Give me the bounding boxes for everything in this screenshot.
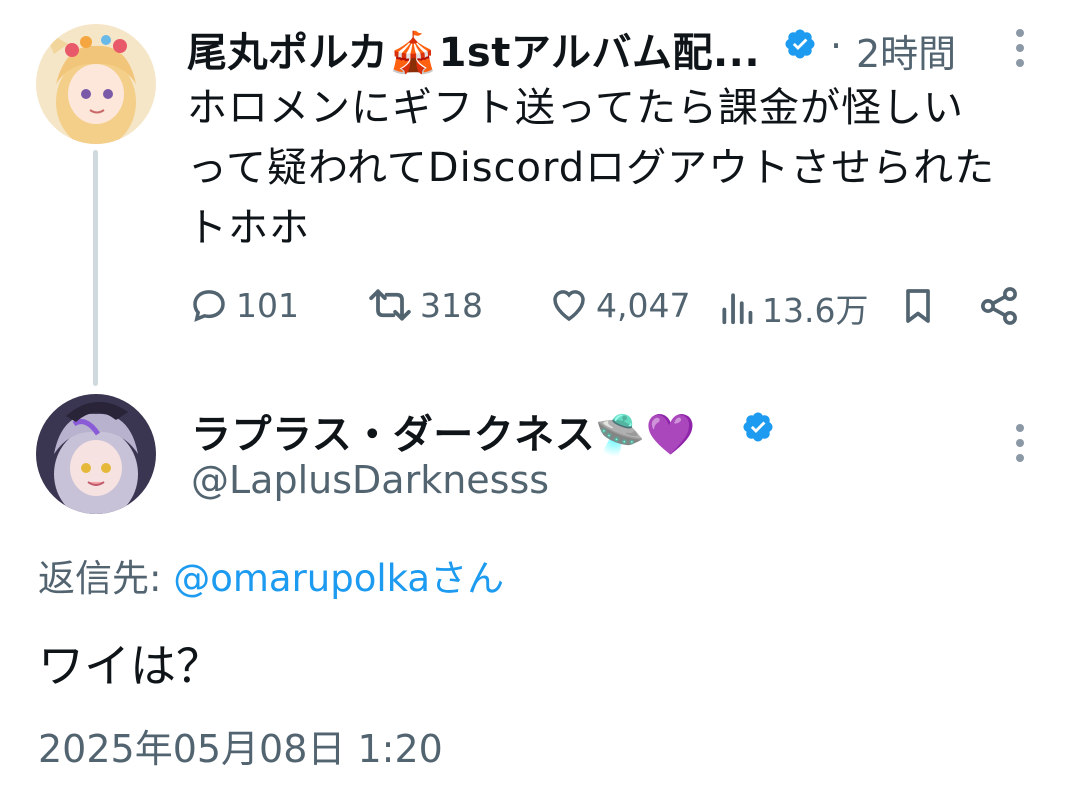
share-icon[interactable] — [977, 284, 1021, 328]
views-count: 13.6万 — [762, 291, 869, 330]
verified-badge-icon — [785, 29, 815, 59]
parent-tweet-text: ホロメンにギフト送ってたら課金が怪しい って疑われてDiscordログアウトさせ… — [187, 78, 1057, 258]
views-action[interactable]: 13.6万 — [718, 284, 868, 332]
parent-avatar[interactable] — [36, 24, 156, 144]
more-icon[interactable] — [1013, 28, 1027, 68]
reply-count: 101 — [236, 285, 299, 325]
retweet-icon — [369, 289, 411, 321]
reply-to-line: 返信先: @omarupolkaさん — [38, 548, 504, 602]
views-icon — [722, 293, 753, 325]
more-icon[interactable] — [1013, 423, 1027, 463]
retweet-action[interactable]: 318 — [366, 284, 483, 326]
like-icon — [553, 290, 585, 322]
like-count: 4,047 — [596, 285, 691, 325]
retweet-count: 318 — [420, 285, 483, 325]
parent-text-line: トホホ — [187, 205, 310, 251]
reply-action[interactable]: 101 — [188, 284, 299, 326]
parent-time[interactable]: 2時間 — [856, 23, 956, 78]
parent-author-name[interactable]: 尾丸ポルカ🎪1stアルバム配... — [187, 20, 760, 78]
reply-to-handle[interactable]: @omarupolka — [173, 557, 430, 600]
bookmark-icon[interactable] — [898, 284, 938, 328]
verified-badge-icon — [743, 412, 773, 442]
reply-avatar[interactable] — [36, 394, 156, 514]
reply-timestamp[interactable]: 2025年05月08日 1:20 — [38, 718, 443, 773]
reply-tweet-text: ワイは？ — [38, 639, 222, 693]
parent-separator: · — [830, 24, 843, 68]
reply-to-suffix: さん — [430, 557, 505, 600]
reply-author-name[interactable]: ラプラス・ダークネス🛸💜 — [191, 402, 696, 460]
like-action[interactable]: 4,047 — [548, 284, 690, 326]
parent-text-line: って疑われてDiscordログアウトさせられた — [187, 145, 996, 191]
reply-handle[interactable]: @LaplusDarknesss — [191, 458, 549, 502]
reply-to-label: 返信先: — [38, 557, 174, 600]
reply-icon — [193, 290, 225, 322]
parent-text-line: ホロメンにギフト送ってたら課金が怪しい — [187, 85, 964, 131]
thread-line — [93, 150, 98, 386]
